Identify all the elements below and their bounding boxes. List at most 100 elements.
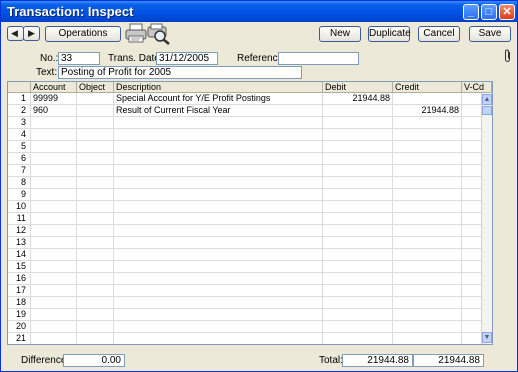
cell-v-cd[interactable] (462, 249, 482, 261)
cell-account[interactable] (31, 213, 77, 225)
cell-credit[interactable] (393, 309, 462, 321)
cell-v-cd[interactable] (462, 297, 482, 309)
cell-description[interactable] (114, 153, 323, 165)
table-row[interactable]: 8 (8, 177, 482, 189)
cell-object[interactable] (77, 105, 114, 117)
cell-description[interactable] (114, 129, 323, 141)
previous-record-button[interactable]: ◀ (7, 26, 24, 41)
print-preview-icon[interactable] (147, 23, 171, 45)
table-row[interactable]: 18 (8, 297, 482, 309)
cell-credit[interactable]: 21944.88 (393, 105, 462, 117)
cell-debit[interactable] (323, 177, 393, 189)
cell-account[interactable] (31, 153, 77, 165)
duplicate-button[interactable]: Duplicate (368, 26, 411, 42)
cell-v-cd[interactable] (462, 285, 482, 297)
table-row[interactable]: 2 960 Result of Current Fiscal Year 21944.8… (8, 105, 482, 117)
cell-description[interactable] (114, 225, 323, 237)
cell-account[interactable] (31, 237, 77, 249)
table-row[interactable]: 3 (8, 117, 482, 129)
cell-object[interactable] (77, 129, 114, 141)
cell-v-cd[interactable] (462, 213, 482, 225)
cell-v-cd[interactable] (462, 225, 482, 237)
cell-description[interactable] (114, 117, 323, 129)
cell-debit[interactable] (323, 333, 393, 344)
cell-v-cd[interactable] (462, 321, 482, 333)
cell-credit[interactable] (393, 189, 462, 201)
cell-description[interactable] (114, 237, 323, 249)
cell-v-cd[interactable] (462, 153, 482, 165)
cell-v-cd[interactable] (462, 189, 482, 201)
cell-credit[interactable] (393, 333, 462, 344)
cell-v-cd[interactable] (462, 129, 482, 141)
table-row[interactable]: 17 (8, 285, 482, 297)
cell-credit[interactable] (393, 129, 462, 141)
cell-debit[interactable] (323, 225, 393, 237)
cell-account[interactable] (31, 249, 77, 261)
cell-account[interactable] (31, 177, 77, 189)
table-row[interactable]: 9 (8, 189, 482, 201)
cell-debit[interactable] (323, 213, 393, 225)
cell-debit[interactable] (323, 237, 393, 249)
cell-credit[interactable] (393, 249, 462, 261)
cell-credit[interactable] (393, 201, 462, 213)
cell-account[interactable] (31, 201, 77, 213)
cell-account[interactable] (31, 225, 77, 237)
cell-object[interactable] (77, 333, 114, 344)
trans-date-field[interactable]: 31/12/2005 (156, 52, 218, 65)
cell-account[interactable] (31, 261, 77, 273)
table-row[interactable]: 5 (8, 141, 482, 153)
cell-account[interactable] (31, 273, 77, 285)
cell-v-cd[interactable] (462, 177, 482, 189)
table-row[interactable]: 11 (8, 213, 482, 225)
cell-credit[interactable] (393, 153, 462, 165)
cell-credit[interactable] (393, 213, 462, 225)
cell-debit[interactable] (323, 117, 393, 129)
cell-description[interactable] (114, 213, 323, 225)
cell-credit[interactable] (393, 141, 462, 153)
cell-account[interactable] (31, 309, 77, 321)
cell-object[interactable] (77, 93, 114, 105)
cell-v-cd[interactable] (462, 309, 482, 321)
cell-description[interactable] (114, 177, 323, 189)
printer-icon[interactable] (125, 23, 147, 43)
paperclip-icon[interactable] (504, 49, 512, 66)
cell-account[interactable] (31, 333, 77, 344)
cell-credit[interactable] (393, 225, 462, 237)
cell-credit[interactable] (393, 297, 462, 309)
cell-debit[interactable] (323, 249, 393, 261)
cell-account[interactable] (31, 285, 77, 297)
cell-object[interactable] (77, 213, 114, 225)
cell-object[interactable] (77, 273, 114, 285)
table-row[interactable]: 21 (8, 333, 482, 344)
cell-debit[interactable] (323, 153, 393, 165)
cell-debit[interactable] (323, 165, 393, 177)
cell-v-cd[interactable] (462, 165, 482, 177)
cell-description[interactable] (114, 201, 323, 213)
cell-account[interactable] (31, 117, 77, 129)
cell-v-cd[interactable] (462, 141, 482, 153)
text-field[interactable]: Posting of Profit for 2005 (58, 66, 302, 79)
table-row[interactable]: 10 (8, 201, 482, 213)
cell-description[interactable] (114, 273, 323, 285)
cancel-button[interactable]: Cancel (418, 26, 460, 42)
new-button[interactable]: New (319, 26, 361, 42)
cell-description[interactable]: Special Account for Y/E Profit Postings (114, 93, 323, 105)
cell-credit[interactable] (393, 321, 462, 333)
cell-account[interactable] (31, 189, 77, 201)
maximize-button[interactable]: □ (481, 4, 497, 20)
cell-object[interactable] (77, 117, 114, 129)
table-row[interactable]: 7 (8, 165, 482, 177)
cell-debit[interactable] (323, 141, 393, 153)
table-row[interactable]: 6 (8, 153, 482, 165)
cell-object[interactable] (77, 297, 114, 309)
cell-credit[interactable] (393, 117, 462, 129)
cell-description[interactable] (114, 249, 323, 261)
cell-v-cd[interactable] (462, 261, 482, 273)
cell-description[interactable] (114, 297, 323, 309)
cell-object[interactable] (77, 321, 114, 333)
cell-credit[interactable] (393, 273, 462, 285)
cell-object[interactable] (77, 249, 114, 261)
cell-credit[interactable] (393, 285, 462, 297)
table-row[interactable]: 16 (8, 273, 482, 285)
cell-debit[interactable] (323, 309, 393, 321)
